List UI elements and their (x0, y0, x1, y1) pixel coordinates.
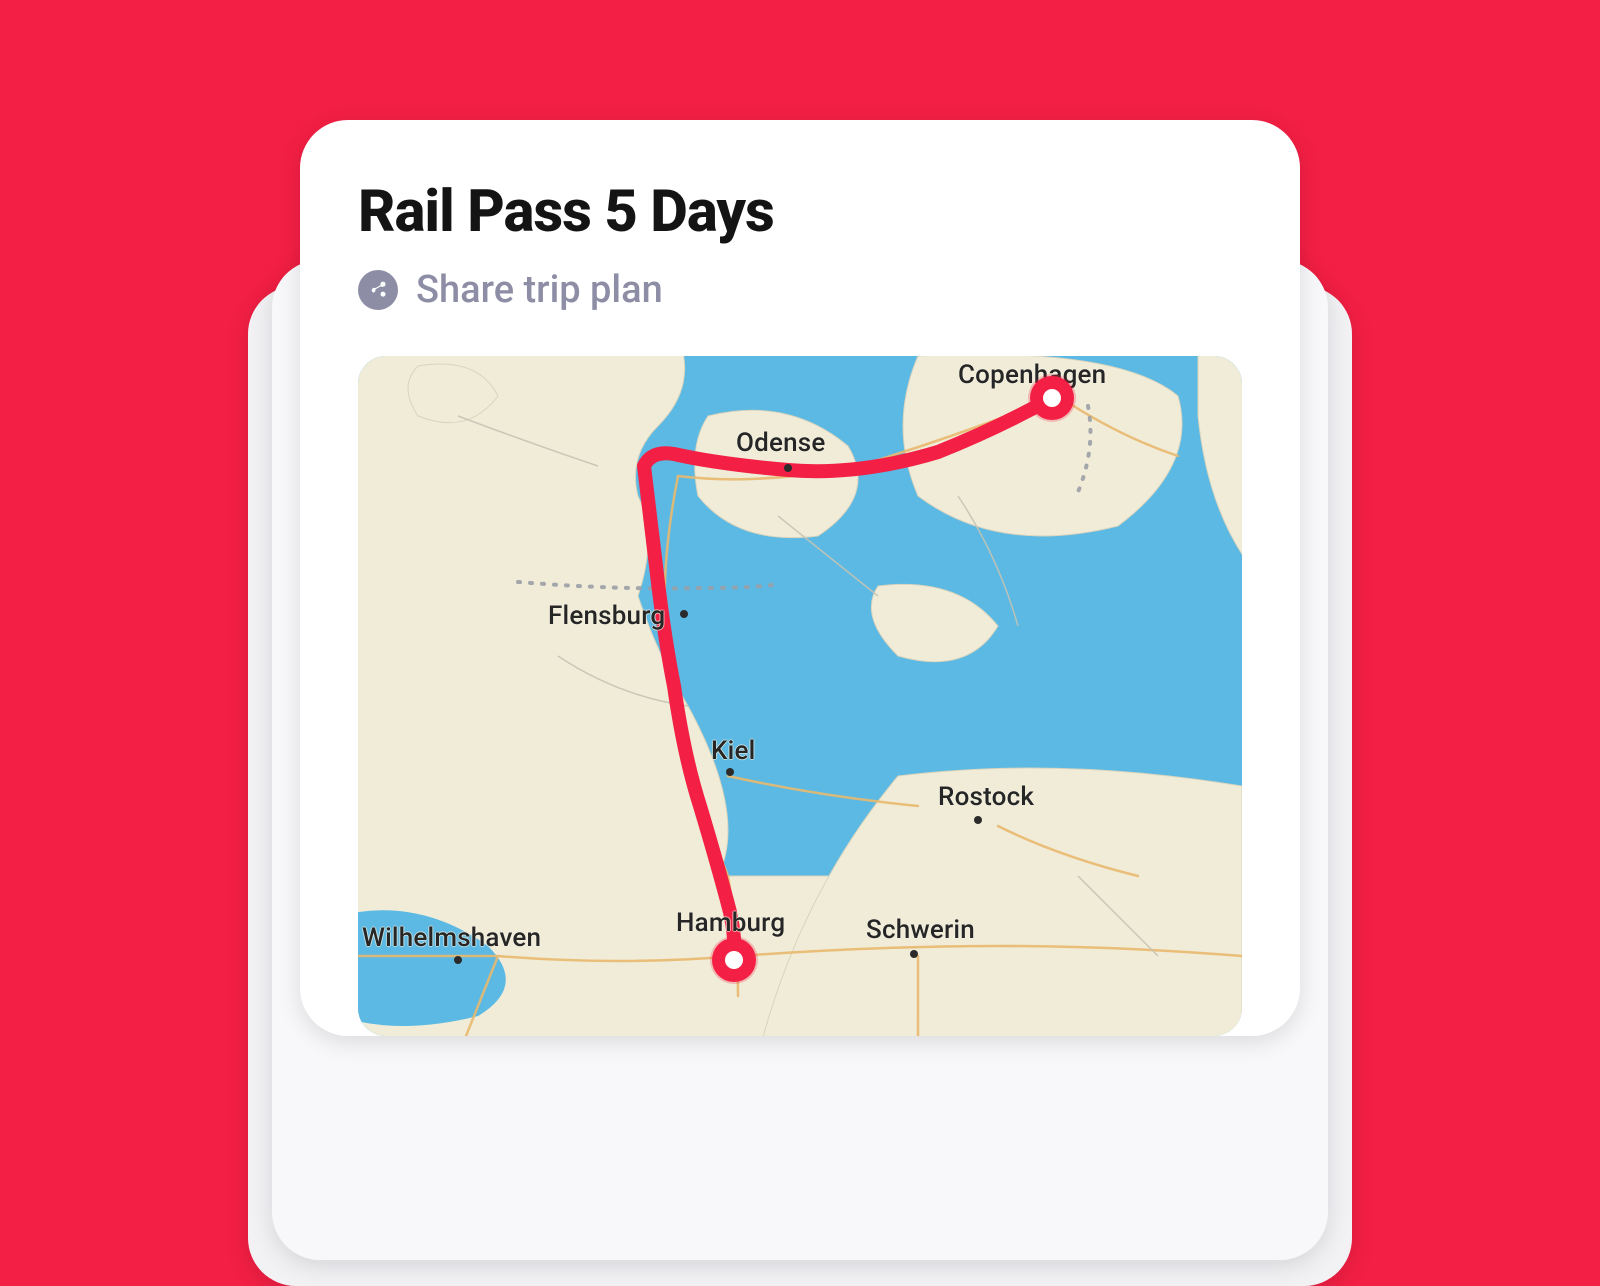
city-label-odense: Odense (736, 428, 825, 458)
city-dot-kiel (726, 768, 734, 776)
share-trip-button[interactable]: Share trip plan (358, 268, 663, 312)
city-dot-schwerin (910, 950, 918, 958)
trip-card: Rail Pass 5 Days Share trip plan (300, 120, 1300, 1036)
share-icon (358, 270, 398, 310)
city-dot-wilhelmshaven (454, 956, 462, 964)
city-label-kiel: Kiel (711, 736, 755, 766)
city-label-rostock: Rostock (938, 782, 1034, 812)
trip-title: Rail Pass 5 Days (358, 178, 1242, 246)
city-dot-rostock (974, 816, 982, 824)
city-dot-flensburg (680, 610, 688, 618)
city-label-hamburg: Hamburg (676, 908, 785, 938)
city-dot-odense (784, 464, 792, 472)
route-endpoint-marker[interactable] (1030, 376, 1074, 420)
city-label-flensburg: Flensburg (548, 601, 665, 631)
share-label: Share trip plan (416, 268, 663, 312)
city-label-copenhagen: Copenhagen (958, 360, 1106, 390)
trip-map[interactable]: Copenhagen Odense Flensburg Kiel Rostock Schw… (358, 356, 1242, 1036)
marker-inner (1043, 389, 1061, 407)
marker-inner (725, 951, 743, 969)
card-stack: Rail Pass 5 Days Share trip plan (300, 120, 1300, 1120)
city-label-schwerin: Schwerin (866, 915, 975, 945)
route-endpoint-marker[interactable] (712, 938, 756, 982)
city-label-wilhelmshaven: Wilhelmshaven (362, 923, 541, 953)
